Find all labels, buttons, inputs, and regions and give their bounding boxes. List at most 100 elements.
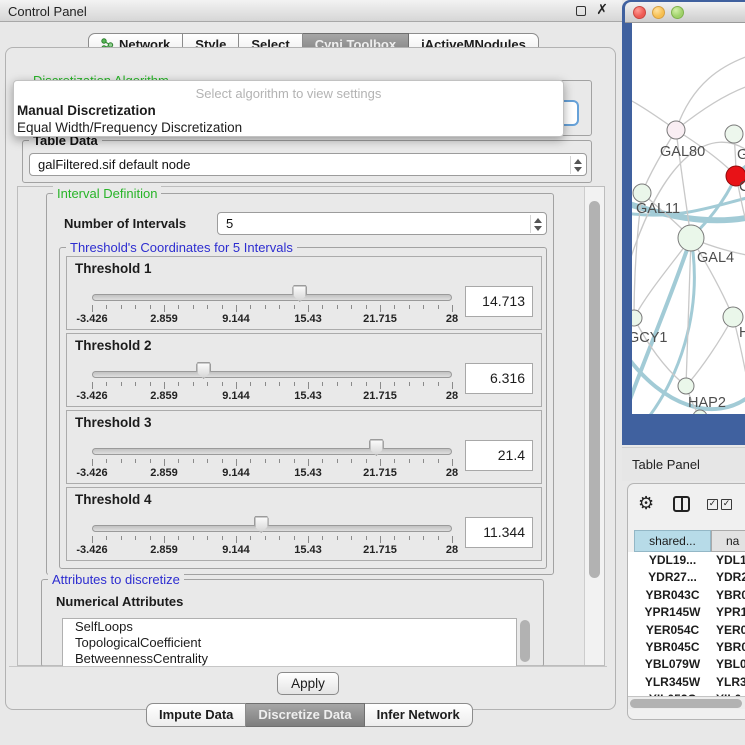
mac-minimize-icon[interactable]: [652, 6, 665, 19]
tick-mark: [308, 459, 309, 466]
numerical-attributes-label: Numerical Attributes: [56, 594, 183, 609]
combo-stepper-icon[interactable]: [530, 215, 543, 233]
tick-mark: [452, 536, 453, 543]
algorithm-option[interactable]: Equal Width/Frequency Discretization: [17, 120, 242, 135]
tick-mark: [135, 459, 136, 463]
network-node-h[interactable]: [723, 307, 743, 327]
network-edge: [642, 130, 676, 193]
cell-shared-name: YDR27...: [634, 569, 711, 586]
tick-label: -3.426: [60, 313, 124, 325]
table-row[interactable]: YPR145WYPR1: [628, 604, 745, 621]
threshold-value-field[interactable]: 21.4: [465, 440, 533, 471]
threshold-row: Threshold 1-3.4262.8599.14415.4321.71528…: [66, 256, 542, 330]
attribute-item[interactable]: BetweennessCentrality: [63, 651, 516, 667]
tick-mark: [294, 305, 295, 309]
node-label: GAL4: [697, 250, 734, 266]
slider-track[interactable]: [92, 448, 452, 455]
table-hscrollbar-thumb[interactable]: [630, 699, 742, 708]
tick-mark: [236, 305, 237, 312]
tick-mark: [92, 382, 93, 389]
mac-zoom-icon[interactable]: [671, 6, 684, 19]
cell-name: YBR0: [716, 587, 745, 604]
table-row[interactable]: YBL079WYBL0: [628, 656, 745, 673]
table-row[interactable]: YLR345WYLR3: [628, 674, 745, 691]
checkbox-icon[interactable]: ✓: [721, 499, 732, 510]
num-intervals-label: Number of Intervals: [64, 216, 186, 231]
combo-stepper-icon[interactable]: [570, 156, 583, 174]
column-header-name[interactable]: na: [711, 530, 745, 552]
column-header-shared-name[interactable]: shared...: [634, 530, 711, 552]
tick-mark: [222, 536, 223, 540]
settings-scrollbar-thumb[interactable]: [589, 201, 600, 578]
network-node-ga[interactable]: [725, 125, 743, 143]
tick-mark: [92, 305, 93, 312]
mac-close-icon[interactable]: [633, 6, 646, 19]
tab-infer-network[interactable]: Infer Network: [365, 703, 473, 727]
threshold-row: Threshold 2-3.4262.8599.14415.4321.71528…: [66, 333, 542, 407]
numerical-attributes-list[interactable]: SelfLoopsTopologicalCoefficientBetweenne…: [62, 618, 517, 668]
network-graph: GAL80GACGAL11GAL4GCY1HHAP2: [632, 23, 745, 414]
tick-mark: [452, 305, 453, 312]
table-row[interactable]: YDL19...YDL1: [628, 552, 745, 569]
table-data-combo[interactable]: galFiltered.sif default node: [29, 153, 587, 176]
tick-mark: [121, 382, 122, 386]
attribute-item[interactable]: TopologicalCoefficient: [63, 635, 516, 651]
slider-track[interactable]: [92, 294, 452, 301]
tick-label: 9.144: [204, 544, 268, 556]
tick-mark: [351, 536, 352, 540]
tick-mark: [423, 536, 424, 540]
num-intervals-combo[interactable]: 5: [217, 212, 547, 235]
slider-track[interactable]: [92, 525, 452, 532]
algorithm-combo-fragment[interactable]: [562, 100, 579, 126]
slider-track[interactable]: [92, 371, 452, 378]
algorithm-hint: Select algorithm to view settings: [14, 86, 563, 101]
table-row[interactable]: YER054CYER0: [628, 622, 745, 639]
tick-mark: [236, 459, 237, 466]
threshold-value-field[interactable]: 14.713: [465, 286, 533, 317]
network-node-gcy1[interactable]: [632, 310, 642, 326]
tick-mark: [265, 382, 266, 386]
threshold-coordinates-title: Threshold's Coordinates for 5 Intervals: [66, 240, 297, 255]
apply-button[interactable]: Apply: [277, 672, 339, 695]
checkbox-icon[interactable]: ✓: [707, 499, 718, 510]
tick-mark: [279, 459, 280, 463]
tab-impute-data[interactable]: Impute Data: [146, 703, 246, 727]
split-view-icon[interactable]: [673, 496, 690, 512]
float-window-icon[interactable]: [576, 6, 586, 16]
tick-mark: [135, 305, 136, 309]
settings-scrollbar-track[interactable]: [584, 187, 604, 665]
tick-mark: [265, 536, 266, 540]
tick-mark: [438, 305, 439, 309]
network-node-hap2[interactable]: [678, 378, 694, 394]
apply-strip: Apply: [9, 666, 607, 703]
threshold-value-field[interactable]: 11.344: [465, 517, 533, 548]
tick-mark: [322, 459, 323, 463]
network-node-gal4[interactable]: [678, 225, 704, 251]
attributes-list-scrollbar[interactable]: [520, 620, 530, 666]
table-row[interactable]: YBR043C YBR0: [628, 587, 745, 604]
close-icon[interactable]: ✗: [596, 2, 608, 18]
threshold-label: Threshold 3: [75, 415, 152, 430]
threshold-value-field[interactable]: 6.316: [465, 363, 533, 394]
tick-label: 2.859: [132, 313, 196, 325]
threshold-label: Threshold 2: [75, 338, 152, 353]
attribute-item[interactable]: SelfLoops: [63, 619, 516, 635]
table-hscrollbar[interactable]: [628, 696, 745, 709]
tab-discretize-data[interactable]: Discretize Data: [246, 703, 364, 727]
network-canvas[interactable]: GAL80GACGAL11GAL4GCY1HHAP2: [632, 23, 745, 414]
tick-mark: [452, 382, 453, 389]
gear-icon[interactable]: ⚙: [638, 493, 654, 514]
table-row[interactable]: YDR27...YDR2: [628, 569, 745, 586]
network-node-gal11[interactable]: [633, 184, 651, 202]
tick-label: 21.715: [348, 544, 412, 556]
table-panel-title: Table Panel: [632, 457, 700, 472]
tick-label: 2.859: [132, 467, 196, 479]
tick-mark: [121, 536, 122, 540]
cell-shared-name: YBR043C: [634, 587, 711, 604]
algorithm-option[interactable]: Manual Discretization: [17, 103, 156, 118]
table-row[interactable]: YBR045CYBR0: [628, 639, 745, 656]
tick-mark: [207, 459, 208, 463]
tick-mark: [121, 459, 122, 463]
network-node-gal80[interactable]: [667, 121, 685, 139]
window-title: Control Panel: [8, 4, 87, 19]
